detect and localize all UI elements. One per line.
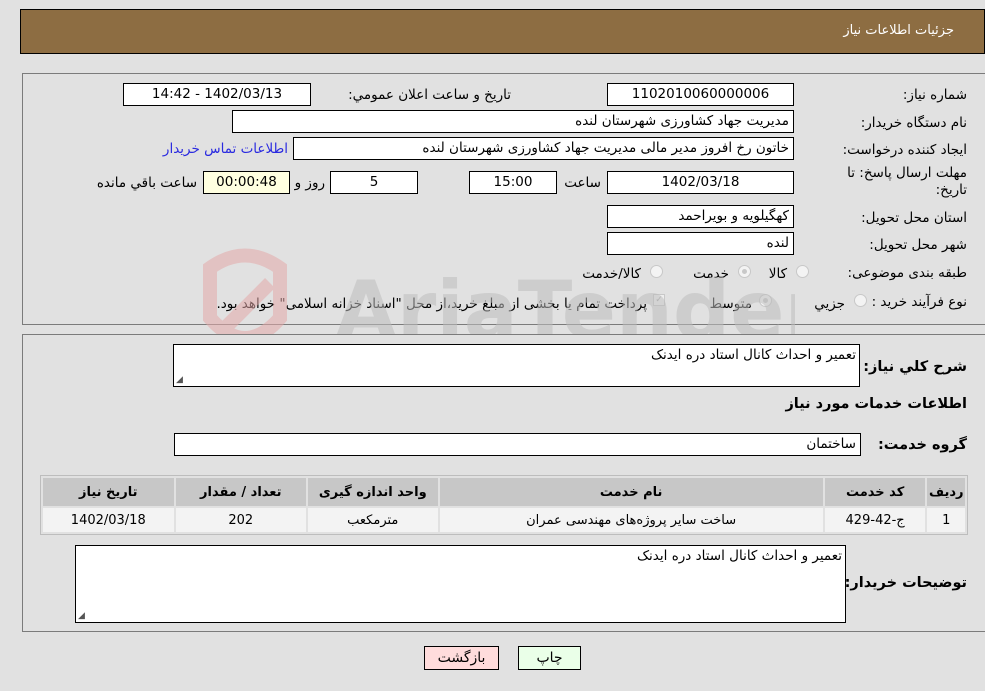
- process-radio-medium[interactable]: [759, 294, 772, 307]
- remaining-time-field: 00:00:48: [203, 171, 290, 194]
- requester-label: ايجاد کننده درخواست:: [842, 142, 967, 158]
- page-header: جزئيات اطلاعات نياز: [20, 9, 985, 54]
- buyer-notes-text: تعمير و احداث کانال استاد دره ايدنک: [636, 548, 842, 564]
- print-button[interactable]: چاپ: [518, 646, 581, 670]
- treasury-checkbox[interactable]: ✓: [653, 294, 665, 306]
- general-desc-label: شرح کلي نياز:: [863, 359, 967, 375]
- service-group-label: گروه خدمت:: [877, 437, 967, 453]
- buyer-contact-link[interactable]: اطلاعات تماس خريدار: [163, 141, 288, 157]
- remaining-time-label: ساعت باقي مانده: [96, 175, 197, 191]
- announce-datetime-label: تاريخ و ساعت اعلان عمومي:: [348, 87, 511, 103]
- col-unit: واحد اندازه گيری: [308, 478, 438, 506]
- col-service-code: کد خدمت: [824, 478, 926, 506]
- general-desc-text: تعمير و احداث کانال استاد دره ايدنک: [650, 347, 856, 363]
- province-field[interactable]: کهگيلويه و بويراحمد: [607, 205, 794, 228]
- category-radio-service[interactable]: [738, 265, 751, 278]
- category-option-service: خدمت: [693, 266, 729, 282]
- days-remaining-field[interactable]: 5: [330, 171, 418, 194]
- need-info-panel: شماره نياز: 1102010060000006 تاريخ و ساع…: [22, 73, 985, 325]
- need-number-label: شماره نياز:: [902, 87, 967, 103]
- table-row: 1 ج-42-429 ساخت ساير پروژه‌های مهندسی عم…: [43, 508, 965, 532]
- cell-need-date: 1402/03/18: [43, 508, 174, 532]
- cell-row-number: 1: [927, 508, 965, 532]
- deadline-time-label: ساعت: [564, 175, 601, 191]
- col-quantity: تعداد / مقدار: [175, 478, 307, 506]
- cell-unit: مترمکعب: [308, 508, 438, 532]
- services-heading: اطلاعات خدمات مورد نياز: [785, 396, 967, 412]
- cell-service-code: ج-42-429: [824, 508, 926, 532]
- resize-handle-icon[interactable]: ◢: [78, 611, 88, 621]
- col-row-number: رديف: [927, 478, 965, 506]
- services-panel: شرح کلي نياز: تعمير و احداث کانال استاد …: [22, 334, 985, 632]
- days-label: روز و: [294, 175, 325, 191]
- province-label: استان محل تحويل:: [861, 210, 967, 226]
- buyer-notes-textarea[interactable]: تعمير و احداث کانال استاد دره ايدنک ◢: [75, 545, 846, 623]
- process-option-medium: متوسط: [709, 296, 752, 312]
- process-option-minor: جزيي: [814, 296, 845, 312]
- city-field[interactable]: لنده: [607, 232, 794, 255]
- requester-field[interactable]: خاتون رخ افروز مدير مالی مديريت جهاد کشا…: [293, 137, 794, 160]
- category-radio-goods[interactable]: [796, 265, 809, 278]
- deadline-label-line2: تاريخ:: [935, 182, 967, 198]
- category-option-goods: کالا: [768, 266, 787, 282]
- treasury-note: پرداخت تمام يا بخشی از مبلغ خريد،از محل …: [216, 296, 647, 312]
- resize-handle-icon[interactable]: ◢: [176, 375, 186, 385]
- cell-quantity: 202: [175, 508, 307, 532]
- col-need-date: تاريخ نياز: [43, 478, 174, 506]
- city-label: شهر محل تحويل:: [869, 237, 967, 253]
- services-table-header: رديف کد خدمت نام خدمت واحد اندازه گيری ت…: [43, 478, 965, 506]
- buyer-org-label: نام دستگاه خريدار:: [860, 115, 967, 131]
- buyer-notes-label: توضيحات خريدار:: [844, 575, 967, 591]
- category-radio-goods-service[interactable]: [650, 265, 663, 278]
- cell-service-name: ساخت ساير پروژه‌های مهندسی عمران: [439, 508, 823, 532]
- buyer-org-field[interactable]: مديريت جهاد کشاورزی شهرستان لنده: [232, 110, 794, 133]
- back-button[interactable]: بازگشت: [424, 646, 499, 670]
- process-radio-minor[interactable]: [854, 294, 867, 307]
- deadline-label-line1: مهلت ارسال پاسخ: تا: [847, 165, 967, 181]
- category-label: طبقه بندی موضوعی:: [847, 265, 967, 281]
- process-type-label: نوع فرآيند خريد :: [871, 294, 967, 310]
- deadline-time-field[interactable]: 15:00: [469, 171, 557, 194]
- deadline-date-field[interactable]: 1402/03/18: [607, 171, 794, 194]
- general-desc-textarea[interactable]: تعمير و احداث کانال استاد دره ايدنک ◢: [173, 344, 860, 387]
- need-number-field[interactable]: 1102010060000006: [607, 83, 794, 106]
- category-option-goods-service: کالا/خدمت: [582, 266, 641, 282]
- service-group-field[interactable]: ساختمان: [174, 433, 861, 456]
- services-table: رديف کد خدمت نام خدمت واحد اندازه گيری ت…: [40, 475, 968, 535]
- announce-datetime-field[interactable]: 1402/03/13 - 14:42: [123, 83, 311, 106]
- col-service-name: نام خدمت: [439, 478, 823, 506]
- page-title: جزئيات اطلاعات نياز: [843, 23, 954, 38]
